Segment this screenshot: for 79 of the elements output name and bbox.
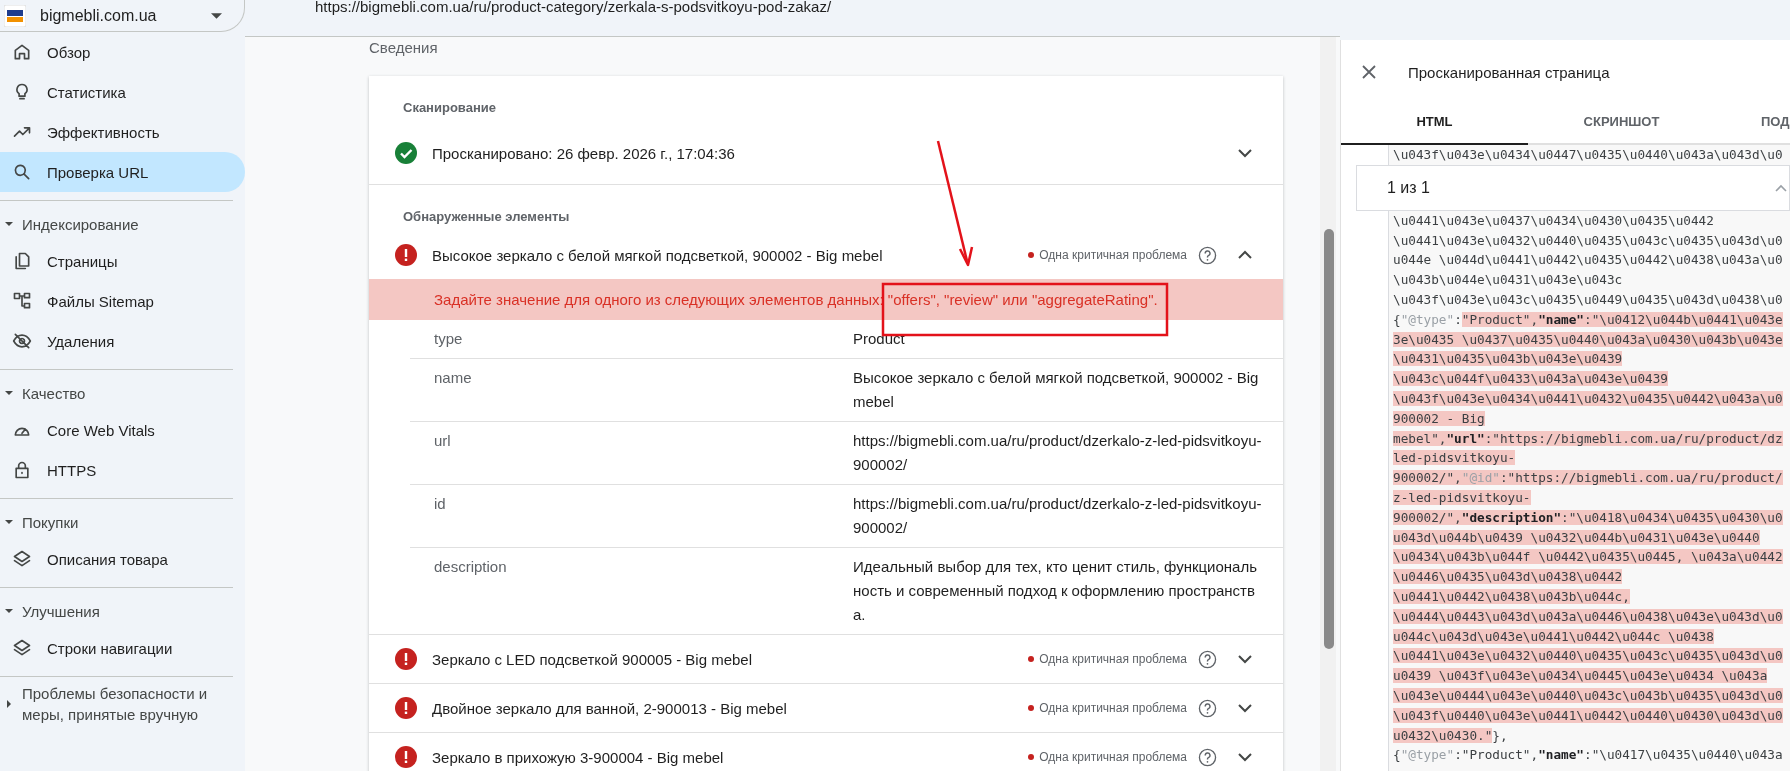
pages-icon — [12, 251, 32, 271]
section-toggle[interactable]: Качество — [0, 376, 245, 410]
section-toggle[interactable]: Проблемы безопасности и меры, принятые вручную — [0, 683, 245, 725]
help-icon[interactable] — [1198, 245, 1217, 265]
property-value: https://bigmebli.com.ua/ru/product/dzerkalo-z-led-pidsvitkoyu-900002/ — [853, 494, 1263, 538]
property-value: https://bigmebli.com.ua/ru/product/dzerkalo-z-led-pidsvitkoyu-900002/ — [853, 431, 1263, 475]
section-toggle[interactable]: Покупки — [0, 505, 245, 539]
code-line: \u0441\u043e\u0432\u0440\u0435\u043c\u0435\u043d\u0 — [1393, 231, 1784, 250]
property-value: Идеальный выбор для тех, кто ценит стиль, функциональность и современный подход к оформлению пространства. — [853, 557, 1259, 625]
detected-item-row[interactable]: Высокое зеркало с белой мягкой подсветкой, 900002 - Big mebel Одна критичная проблема — [369, 231, 1283, 279]
property-name: type — [434, 329, 464, 349]
property-name: description — [434, 557, 508, 577]
caret-icon — [4, 699, 14, 709]
scrollbar[interactable] — [1320, 37, 1336, 771]
logo-icon — [4, 4, 26, 27]
error-message: Задайте значение для одного из следующих элементов данных: "offers", "review" или "aggregateRating". — [434, 291, 1158, 308]
layers-icon — [12, 549, 32, 569]
scan-row[interactable]: Просканировано: 26 февр. 2026 г., 17:04:36 — [369, 122, 1283, 184]
error-icon — [395, 244, 417, 266]
help-icon[interactable] — [1198, 747, 1217, 767]
property-name: url — [434, 431, 452, 451]
sitemap-icon — [12, 291, 32, 311]
code-line: u044e \u044d\u0441\u0442\u0435\u0442\u0438\u043a\u0 — [1393, 251, 1784, 270]
code-line: mebel","url":"https://bigmebli.com.ua/ru/product/dz — [1393, 429, 1784, 448]
nav-item[interactable]: Описания товара — [0, 539, 245, 579]
status-dot-icon — [1028, 656, 1035, 662]
search-icon — [12, 162, 32, 182]
code-line: 900002/","description":"\u0418\u0434\u0435\u0430\u0 — [1393, 508, 1784, 527]
help-icon[interactable] — [1198, 649, 1217, 669]
error-icon — [395, 648, 417, 670]
code-line: \u043b\u044e\u0431\u043e\u043c — [1393, 271, 1624, 290]
home-icon — [12, 42, 32, 62]
dropdown-caret-icon — [211, 12, 222, 19]
section-title: Сведения — [369, 38, 439, 58]
property-value: Высокое зеркало с белой мягкой подсветкой, 900002 - Big mebel — [853, 368, 1260, 412]
nav-item[interactable]: Обзор — [0, 32, 245, 72]
code-line: \u043f\u043e\u043c\u0435\u0449\u0435\u043d\u0438\u0 — [1393, 291, 1784, 309]
group-heading: Обнаруженные элементы — [369, 184, 1283, 231]
code-line: \u0441\u043e\u0437\u0434\u0430\u0435\u0442 — [1393, 211, 1715, 230]
layers-icon — [12, 638, 32, 658]
close-icon[interactable] — [1361, 64, 1377, 80]
nav-item[interactable]: Файлы Sitemap — [0, 281, 245, 321]
nav-item[interactable]: Core Web Vitals — [0, 410, 245, 450]
panel-title: Просканированная страница — [1408, 63, 1610, 81]
group-heading: Сканирование — [402, 99, 497, 117]
code-line: {"@type":"Product","name":"\u0417\u0435\u0440\u043a — [1393, 746, 1784, 765]
nav-item[interactable]: HTTPS — [0, 450, 245, 490]
detected-item-row[interactable]: Зеркало в прихожую 3-900004 - Big mebel Одна критичная проблема — [369, 732, 1283, 771]
code-line: 900002/","@id":"https://bigmebli.com.ua/ru/product/ — [1393, 469, 1784, 488]
nav-item[interactable]: Проверка URL — [0, 152, 245, 192]
error-icon — [395, 746, 417, 768]
code-line: {"@type":"Product","name":"\u0412\u044b\u0441\u043e — [1393, 310, 1784, 329]
nav-item[interactable]: Удаления — [0, 321, 245, 361]
match-count: 1 из 1 — [1387, 178, 1430, 197]
nav-item[interactable]: Страницы — [0, 241, 245, 281]
nav-item[interactable]: Статистика — [0, 72, 245, 112]
code-line: \u043f\u043e\u0434\u0447\u0435\u0440\u043a\u043d\u0 — [1393, 146, 1784, 164]
crossed-eye-icon — [12, 331, 32, 351]
site-selector[interactable]: bigmebli.com.ua — [0, 0, 245, 32]
property-name: name — [434, 368, 473, 388]
detected-item-row[interactable]: Зеркало с LED подсветкой 900005 - Big mebel Одна критичная проблема — [369, 634, 1283, 683]
section-toggle[interactable]: Индексирование — [0, 207, 245, 241]
caret-icon — [4, 517, 14, 527]
section-toggle[interactable]: Улучшения — [0, 594, 245, 628]
property-value: Product — [853, 329, 906, 349]
status-dot-icon — [1028, 754, 1035, 760]
nav-item[interactable]: Строки навигации — [0, 628, 245, 668]
detected-item-row[interactable]: Двойное зеркало для ванной, 2-900013 - Big mebel Одна критичная проблема — [369, 683, 1283, 732]
status-dot-icon — [1028, 252, 1035, 258]
status-dot-icon — [1028, 705, 1035, 711]
page-url: https://bigmebli.com.ua/ru/product-category/zerkala-s-podsvitkoyu-pod-zakaz/ — [315, 0, 833, 14]
caret-icon — [4, 388, 14, 398]
property-name: id — [434, 494, 447, 514]
nav-item[interactable]: Эффективность — [0, 112, 245, 152]
lock-icon — [12, 460, 32, 480]
help-icon[interactable] — [1198, 698, 1217, 718]
caret-icon — [4, 606, 14, 616]
error-icon — [395, 697, 417, 719]
caret-icon — [4, 219, 14, 229]
